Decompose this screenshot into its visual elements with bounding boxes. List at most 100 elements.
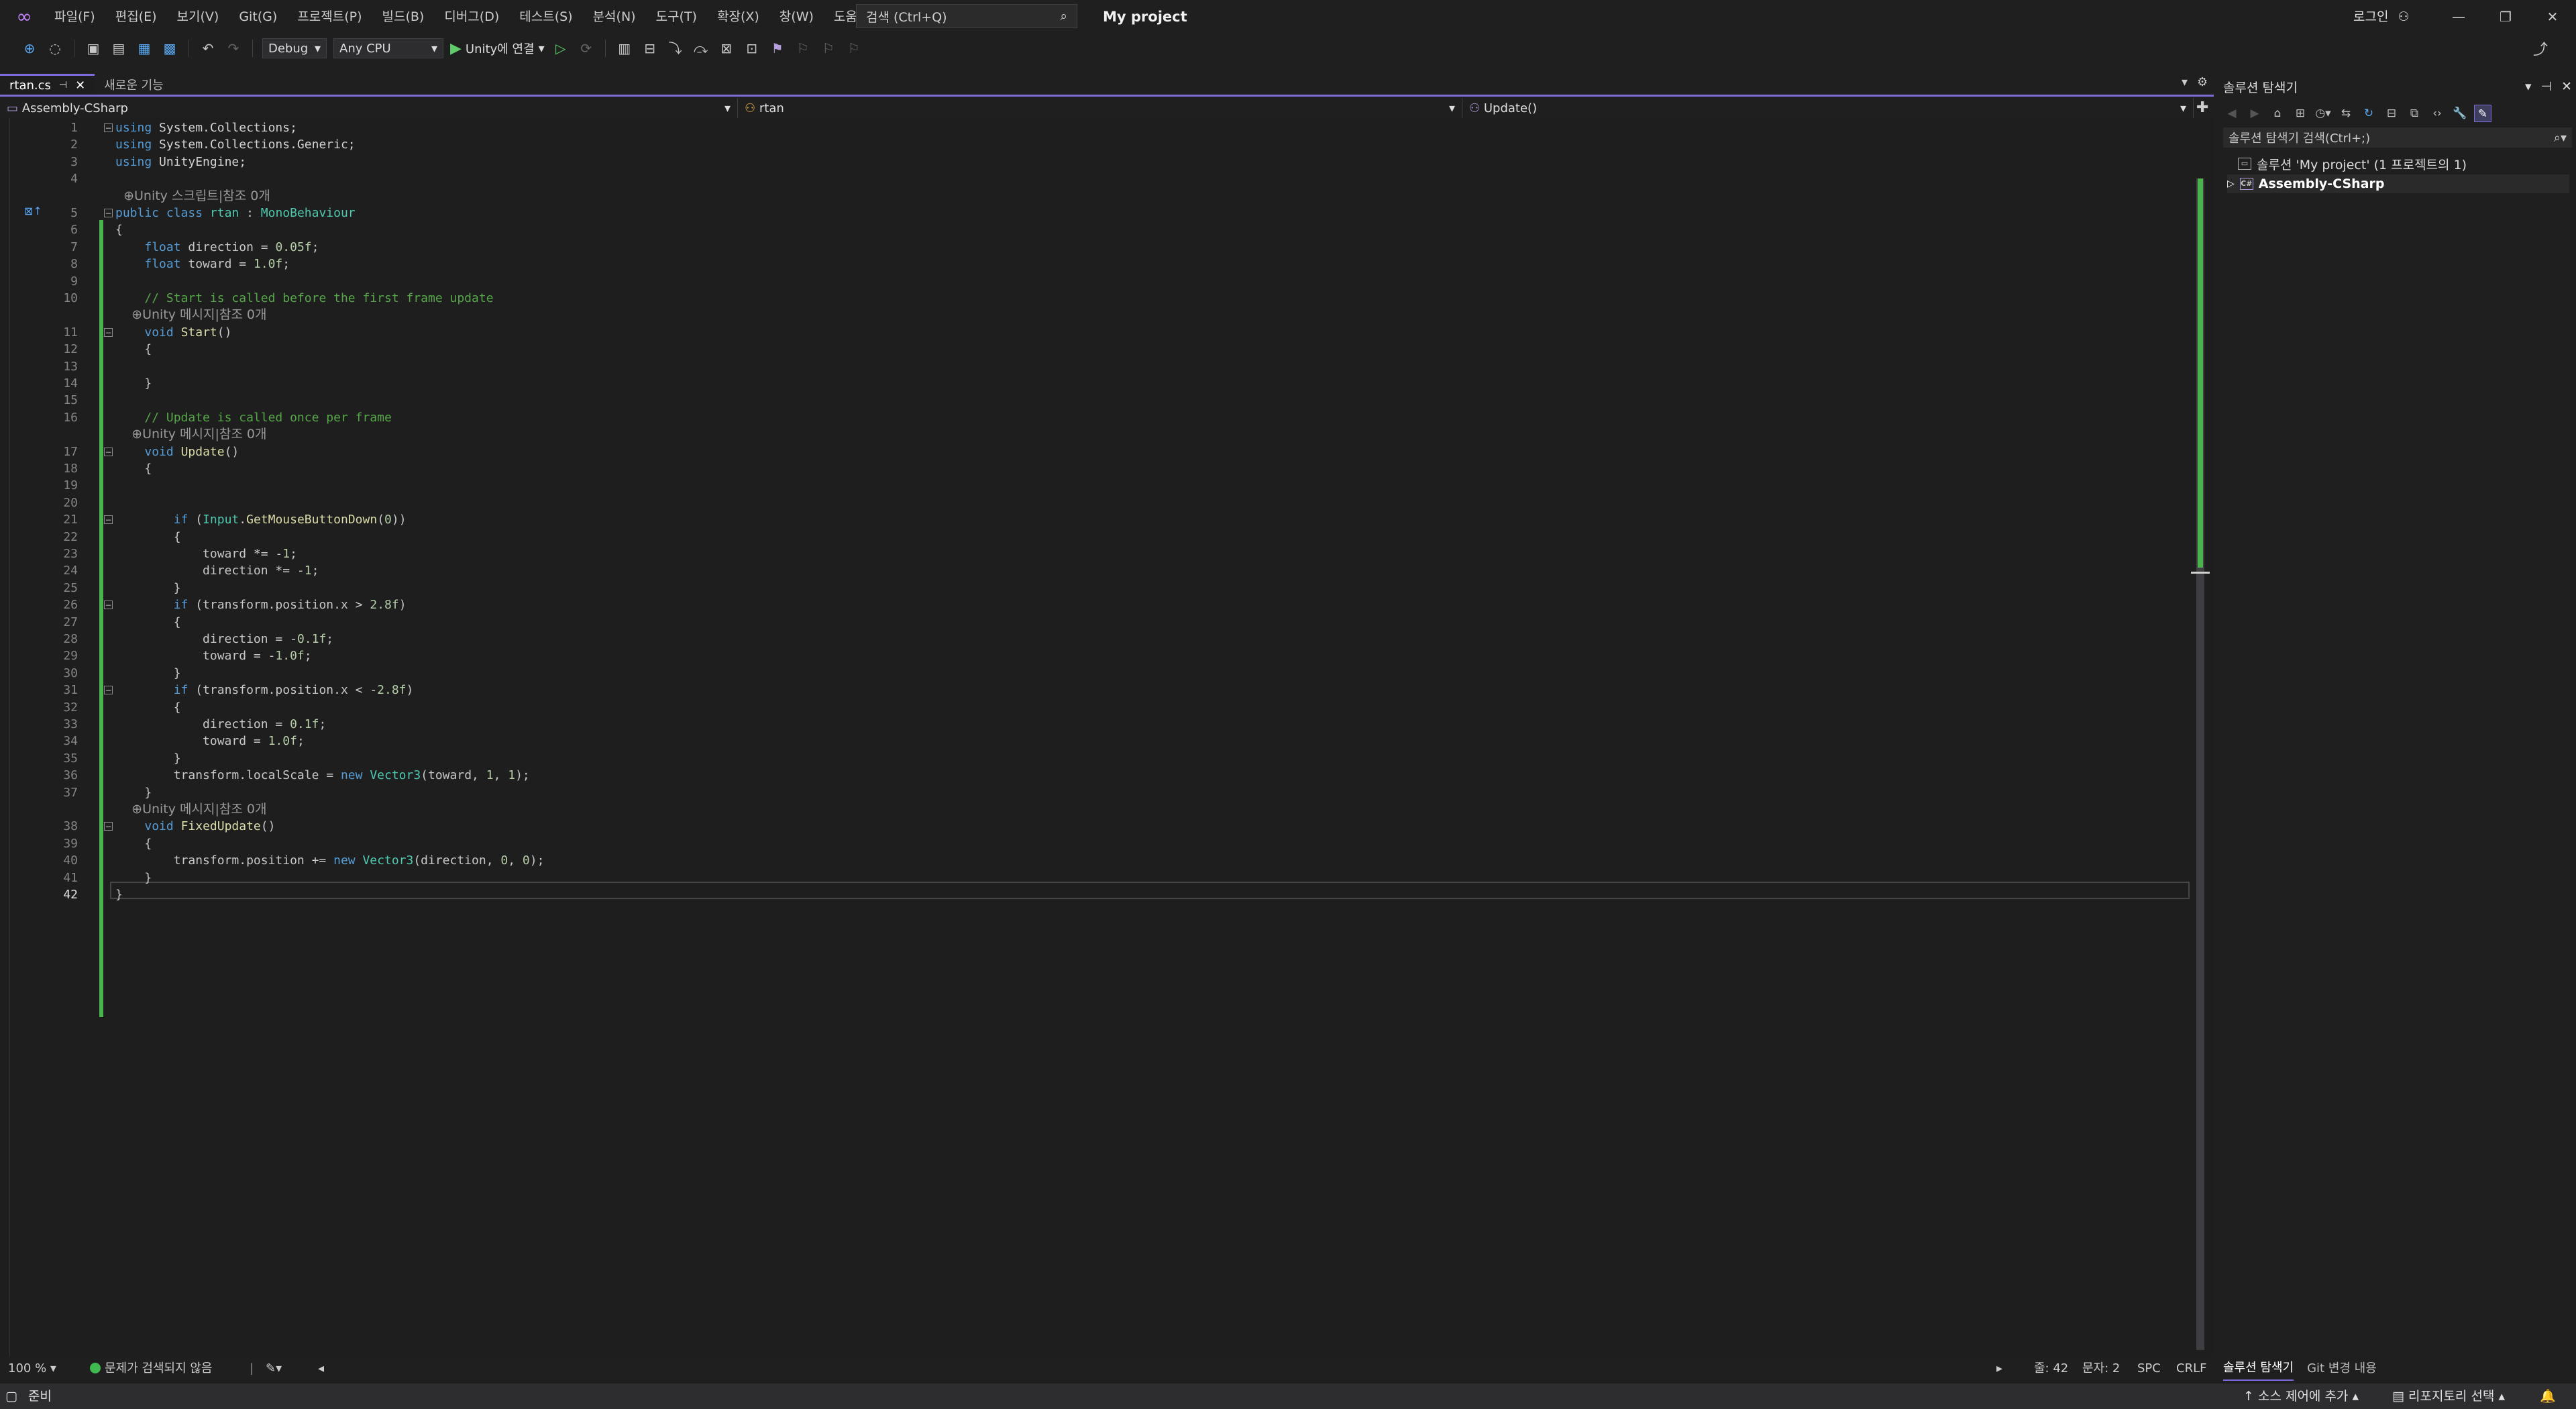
output-icon[interactable]: ▢ xyxy=(5,1384,17,1409)
code-line[interactable]: 42} xyxy=(0,886,2207,903)
forward-icon[interactable]: ▶ xyxy=(2246,105,2263,122)
expand-arrow-icon[interactable]: ▷ xyxy=(2227,178,2235,189)
uncomment-icon[interactable]: ⊡ xyxy=(743,39,761,58)
switch-views-icon[interactable]: ⊞ xyxy=(2292,105,2309,122)
navigate-forward-icon[interactable]: ◌ xyxy=(46,39,64,58)
pin-icon[interactable]: ⊣ xyxy=(2541,79,2553,94)
code-line[interactable]: ⊕Unity 스크립트|참조 0개 xyxy=(0,188,2207,205)
search-input[interactable]: 검색 (Ctrl+Q) ⌕ xyxy=(856,4,1077,28)
scroll-left-icon[interactable]: ◂ xyxy=(318,1357,324,1381)
code-line[interactable]: 17 − void Update() xyxy=(0,443,2207,460)
close-icon[interactable]: ✕ xyxy=(75,79,85,93)
browser-link-icon[interactable]: ▥ xyxy=(615,39,634,58)
menu-item[interactable]: 파일(F) xyxy=(44,0,105,34)
hot-reload-icon[interactable]: ⟳ xyxy=(577,39,596,58)
code-editor[interactable]: 1− using System.Collections; 2 using System… xyxy=(0,118,2214,1357)
next-bookmark-icon[interactable]: ⚐ xyxy=(819,39,838,58)
new-project-icon[interactable]: ▣ xyxy=(84,39,103,58)
redo-icon[interactable]: ↷ xyxy=(224,39,243,58)
code-line[interactable]: 14 } xyxy=(0,375,2207,392)
menu-item[interactable]: 보기(V) xyxy=(167,0,229,34)
pending-changes-filter-icon[interactable]: ◷▾ xyxy=(2314,105,2332,122)
step-over-icon[interactable]: ⤼ xyxy=(692,39,710,58)
code-line[interactable]: 39 { xyxy=(0,835,2207,852)
save-icon[interactable]: ▦ xyxy=(135,39,154,58)
minimize-button[interactable]: — xyxy=(2435,0,2482,34)
menu-item[interactable]: 디버그(D) xyxy=(434,0,509,34)
codelens-hint[interactable]: ⊕Unity 메시지|참조 0개 xyxy=(115,307,266,323)
menu-item[interactable]: 확장(X) xyxy=(707,0,769,34)
scroll-right-icon[interactable]: ▸ xyxy=(1996,1357,2002,1381)
preview-selected-items-icon[interactable]: ✎ xyxy=(2474,105,2491,122)
code-line[interactable]: 33 direction = 0.1f; xyxy=(0,716,2207,733)
codelens-hint[interactable]: ⊕Unity 스크립트|참조 0개 xyxy=(115,188,270,205)
sync-active-document-icon[interactable]: ⇆ xyxy=(2337,105,2355,122)
code-line[interactable]: 23 toward *= -1; xyxy=(0,545,2207,562)
fold-toggle-icon[interactable]: − xyxy=(104,209,113,217)
home-icon[interactable]: ⌂ xyxy=(2269,105,2286,122)
login-button[interactable]: 로그인 ⚇ xyxy=(2353,0,2410,34)
fold-toggle-icon[interactable]: − xyxy=(104,327,113,337)
code-line[interactable]: 41 } xyxy=(0,870,2207,886)
code-line[interactable]: 16 // Update is called once per frame xyxy=(0,409,2207,426)
start-without-debugging-icon[interactable]: ▷ xyxy=(551,39,570,58)
add-to-source-control-button[interactable]: ↑ 소스 제어에 추가 ▴ xyxy=(2243,1384,2359,1409)
code-line[interactable]: 26 − if (transform.position.x > 2.8f) xyxy=(0,596,2207,613)
code-line[interactable]: ⊕Unity 메시지|참조 0개 xyxy=(0,307,2207,323)
fold-toggle-icon[interactable]: − xyxy=(104,601,113,610)
solution-platform-select[interactable]: Any CPU ▾ xyxy=(333,38,443,58)
code-line[interactable]: 35 } xyxy=(0,750,2207,767)
char-number[interactable]: 문자: 2 xyxy=(2082,1357,2120,1381)
code-line[interactable]: 34 toward = 1.0f; xyxy=(0,733,2207,749)
menu-item[interactable]: Git(G) xyxy=(229,0,287,34)
code-line[interactable]: 18 { xyxy=(0,460,2207,477)
code-line[interactable]: 37 } xyxy=(0,784,2207,801)
menu-item[interactable]: 테스트(S) xyxy=(509,0,582,34)
project-dropdown[interactable]: ▭ Assembly-CSharp ▾ xyxy=(0,98,738,118)
code-line[interactable]: 2 using System.Collections.Generic; xyxy=(0,136,2207,153)
fold-toggle-icon[interactable]: − xyxy=(104,822,113,831)
code-line[interactable]: 13 xyxy=(0,358,2207,375)
code-line[interactable]: 29 toward = -1.0f; xyxy=(0,647,2207,664)
code-line[interactable]: 7 float direction = 0.05f; xyxy=(0,239,2207,256)
codelens-hint[interactable]: ⊕Unity 메시지|참조 0개 xyxy=(115,426,266,443)
code-line[interactable]: 31 − if (transform.position.x < -2.8f) xyxy=(0,682,2207,698)
fold-toggle-icon[interactable]: − xyxy=(104,686,113,695)
code-line[interactable]: 8 float toward = 1.0f; xyxy=(0,256,2207,272)
project-item[interactable]: ▷ C# Assembly-CSharp xyxy=(2227,174,2569,193)
code-line[interactable]: 10 // Start is called before the first f… xyxy=(0,290,2207,307)
code-line[interactable]: 3 using UnityEngine; xyxy=(0,154,2207,170)
settings-gear-icon[interactable]: ⚙ xyxy=(2197,75,2208,89)
solution-root-item[interactable]: ▭ 솔루션 'My project' (1 프로젝트의 1) xyxy=(2227,154,2467,173)
code-line[interactable]: 20 xyxy=(0,494,2207,511)
bookmark-icon[interactable]: ⚑ xyxy=(768,39,787,58)
start-debugging-button[interactable]: ▶ Unity에 연결 ▾ xyxy=(450,40,545,57)
issues-indicator[interactable]: 문제가 검색되지 않음 xyxy=(90,1357,212,1381)
fold-toggle-icon[interactable]: − xyxy=(104,447,113,456)
code-line[interactable]: 28 direction = -0.1f; xyxy=(0,631,2207,647)
show-all-files-icon[interactable]: ⧉ xyxy=(2406,105,2423,122)
code-line[interactable]: 24 direction *= -1; xyxy=(0,562,2207,579)
code-cleanup-icon[interactable]: ✎▾ xyxy=(266,1357,282,1381)
fold-toggle-icon[interactable]: − xyxy=(104,123,113,132)
code-line[interactable]: ⊕Unity 메시지|참조 0개 xyxy=(0,426,2207,443)
class-dropdown[interactable]: ⚇ rtan ▾ xyxy=(738,98,1462,118)
tab-solution-explorer[interactable]: 솔루션 탐색기 xyxy=(2223,1357,2294,1381)
code-line[interactable]: 11 − void Start() xyxy=(0,324,2207,341)
pin-icon[interactable]: ⊣ xyxy=(59,80,67,91)
code-line[interactable]: 27 { xyxy=(0,614,2207,631)
tab-rtan-cs[interactable]: rtan.cs ⊣ ✕ xyxy=(0,74,95,95)
code-line[interactable]: 40 transform.position += new Vector3(dir… xyxy=(0,852,2207,869)
line-number[interactable]: 줄: 42 xyxy=(2034,1357,2068,1381)
menu-item[interactable]: 빌드(B) xyxy=(372,0,435,34)
collapse-all-icon[interactable]: ⊟ xyxy=(2383,105,2400,122)
code-line[interactable]: 6{ xyxy=(0,221,2207,238)
zoom-level[interactable]: 100 % ▾ xyxy=(8,1357,56,1381)
code-line[interactable]: ⊠↑ 5 − public class rtan : MonoBehaviour xyxy=(0,205,2207,221)
code-line[interactable]: 9 xyxy=(0,273,2207,290)
select-repository-button[interactable]: ▤ 리포지토리 선택 ▴ xyxy=(2392,1384,2505,1409)
code-line[interactable]: 25 } xyxy=(0,580,2207,596)
code-line[interactable]: 19 xyxy=(0,477,2207,494)
menu-item[interactable]: 창(W) xyxy=(769,0,824,34)
solution-config-select[interactable]: Debug ▾ xyxy=(262,38,327,58)
